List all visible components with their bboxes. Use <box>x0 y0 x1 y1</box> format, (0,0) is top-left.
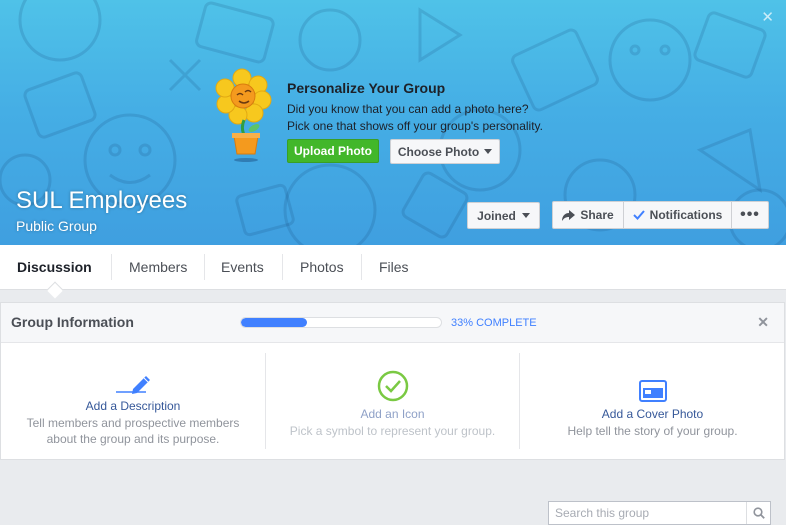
joined-button[interactable]: Joined <box>467 202 540 229</box>
tab-divider <box>282 254 283 280</box>
checkmark-icon <box>632 210 645 220</box>
cover-close-icon[interactable]: ✕ <box>761 8 774 26</box>
group-info-header: Group Information 33% COMPLETE ✕ <box>1 303 784 343</box>
photo-card-icon <box>638 380 667 402</box>
search-icon <box>752 507 765 519</box>
add-description-text-line1: Tell members and prospective members <box>26 416 240 430</box>
add-cover-photo-link[interactable]: Add a Cover Photo <box>520 407 785 421</box>
caret-down-icon <box>484 149 493 154</box>
share-label: Share <box>580 208 614 222</box>
tab-members[interactable]: Members <box>113 245 203 289</box>
tab-events[interactable]: Events <box>205 245 280 289</box>
group-information-card: Group Information 33% COMPLETE ✕ Add a D… <box>0 302 785 460</box>
joined-label: Joined <box>477 208 516 223</box>
cover-photo-area: ✕ Personalize Your Group Did you know th… <box>0 0 786 245</box>
notifications-label: Notifications <box>649 208 723 222</box>
group-action-buttons: Share Notifications ••• <box>552 201 769 229</box>
search-button[interactable] <box>746 502 770 524</box>
search-input[interactable] <box>549 502 746 524</box>
add-icon-link[interactable]: Add an Icon <box>266 407 519 421</box>
caret-down-icon <box>521 213 530 218</box>
personalize-title: Personalize Your Group <box>287 80 446 96</box>
close-icon[interactable]: ✕ <box>757 314 769 331</box>
add-icon-text: Pick a symbol to represent your group. <box>289 424 496 438</box>
group-tabs-bar: Discussion Members Events Photos Files <box>0 245 786 525</box>
share-arrow-icon <box>562 209 576 221</box>
completion-progress-bar <box>240 317 442 328</box>
group-name[interactable]: SUL Employees <box>16 187 187 215</box>
task-add-description: Add a Description Tell members and prosp… <box>1 344 265 460</box>
flower-mascot-icon <box>215 68 272 162</box>
notifications-button[interactable]: Notifications <box>624 202 732 228</box>
pencil-icon <box>116 376 150 394</box>
choose-photo-button[interactable]: Choose Photo <box>390 139 500 164</box>
progress-fill <box>241 318 307 327</box>
tab-divider <box>361 254 362 280</box>
group-search-box <box>548 501 771 525</box>
choose-photo-label: Choose Photo <box>397 144 480 159</box>
checkmark-circle-icon <box>377 370 408 402</box>
group-info-title: Group Information <box>11 314 134 330</box>
upload-photo-button[interactable]: Upload Photo <box>287 139 379 163</box>
task-add-cover-photo: Add a Cover Photo Help tell the story of… <box>520 344 785 460</box>
share-button[interactable]: Share <box>553 202 624 228</box>
task-add-icon: Add an Icon Pick a symbol to represent y… <box>266 344 519 460</box>
tab-photos[interactable]: Photos <box>284 245 360 289</box>
add-cover-photo-text: Help tell the story of your group. <box>567 424 738 438</box>
tab-files[interactable]: Files <box>363 245 425 289</box>
tab-divider <box>111 254 112 280</box>
progress-label: 33% COMPLETE <box>451 317 537 329</box>
personalize-text-line2: Pick one that shows off your group's per… <box>287 119 543 133</box>
add-description-text-line2: about the group and its purpose. <box>46 432 220 446</box>
add-description-link[interactable]: Add a Description <box>1 399 265 413</box>
group-privacy-type: Public Group <box>16 218 97 234</box>
personalize-text-line1: Did you know that you can add a photo he… <box>287 102 529 116</box>
more-options-button[interactable]: ••• <box>732 202 768 228</box>
